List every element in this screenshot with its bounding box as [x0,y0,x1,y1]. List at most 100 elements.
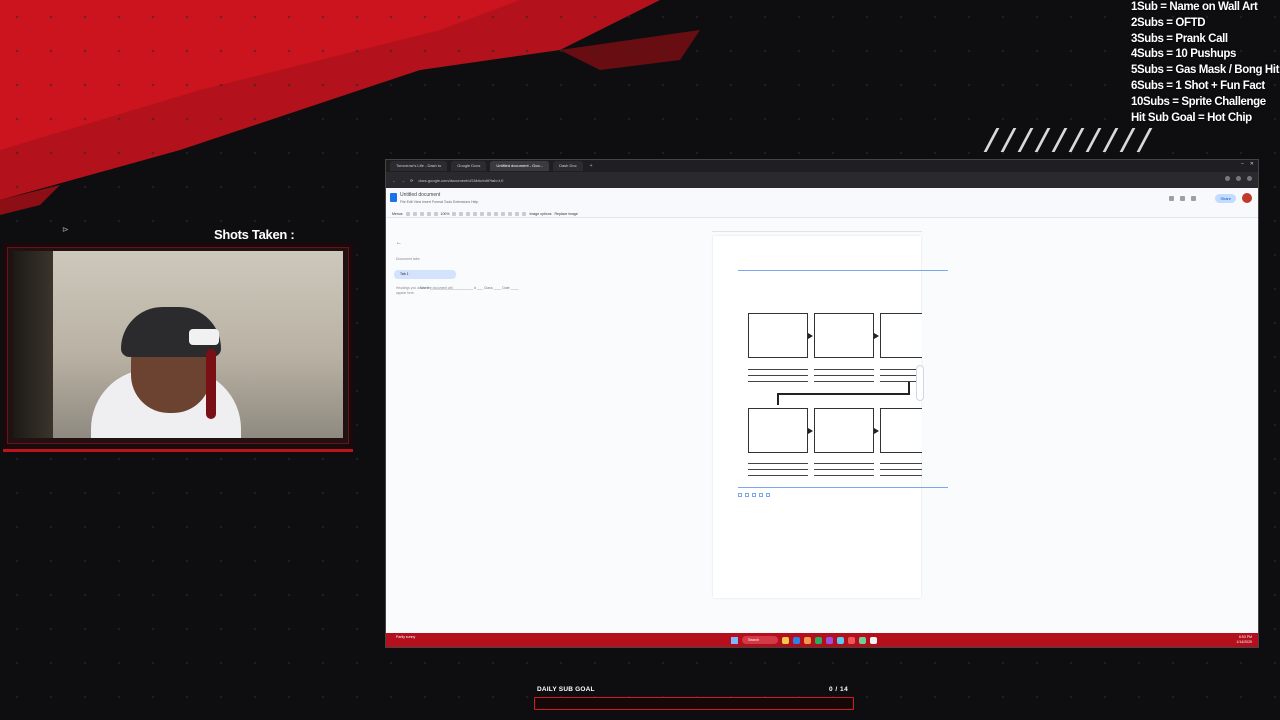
sub-goal-item: 4Subs = 10 Pushups [1131,48,1236,61]
window-controls: – ✕ [1241,161,1254,167]
paint-format-icon[interactable] [433,212,438,216]
app-icon[interactable] [837,636,844,644]
wrap-inline-icon[interactable] [738,493,742,497]
flow-arrow-icon [808,428,813,434]
sub-goal-item: 2Subs = OFTD [1131,16,1206,29]
file-explorer-icon[interactable] [782,636,789,644]
image-inline-toolbar [738,493,770,497]
reload-icon[interactable]: ⟳ [410,178,413,183]
extension-icon[interactable] [1236,176,1241,181]
app-icon[interactable] [870,636,877,644]
docs-logo-icon[interactable] [390,193,397,202]
crop-icon[interactable] [452,212,457,216]
writing-line [814,475,874,476]
mask-icon[interactable] [459,212,464,216]
webcam-person-hair [206,349,216,419]
cursor-icon: ⊳ [62,225,69,234]
browser-extension-icons [1225,176,1252,181]
writing-line [748,375,808,376]
flow-box [748,313,808,358]
behind-text-icon[interactable] [759,493,763,497]
print-icon[interactable] [419,212,424,216]
undo-icon[interactable] [405,212,410,216]
writing-line [880,463,922,464]
history-icon[interactable] [1169,196,1174,201]
list-icon[interactable] [508,212,513,216]
selection-bottom-line [738,487,948,488]
taskbar-clock[interactable]: 6:53 PM 1/14/2025 [1236,635,1252,644]
taskbar-search-input[interactable]: Search [742,636,778,644]
comment-icon[interactable] [1180,196,1185,201]
flow-arrow-icon [874,333,879,339]
app-icon[interactable] [815,636,822,644]
clear-format-icon[interactable] [522,212,527,216]
desktop-capture-window: Tomorrow's Life - Dash to Google Docs Un… [385,159,1259,648]
app-icon[interactable] [826,636,833,644]
indent-icon[interactable] [515,212,520,216]
sub-goals-list: 1Sub = Name on Wall Art 2Subs = OFTD 3Su… [1131,0,1280,126]
line-spacing-icon[interactable] [501,212,506,216]
flow-connector [777,393,910,395]
break-text-icon[interactable] [752,493,756,497]
windows-start-icon[interactable] [731,636,738,644]
align-icon[interactable] [487,212,492,216]
border-dash-icon[interactable] [480,212,485,216]
minimize-icon[interactable]: – [1241,161,1244,167]
sub-goal-item: 5Subs = Gas Mask / Bong Hit [1131,64,1280,77]
outline-back-icon[interactable]: ← [396,240,402,246]
docs-menu-bar[interactable]: File Edit View Insert Format Tools Exten… [400,200,478,204]
writing-line [748,369,808,370]
profile-icon[interactable] [1247,176,1252,181]
taskbar-weather[interactable]: Partly sunny [396,635,415,639]
sub-goal-item: Hit Sub Goal = Hot Chip [1131,111,1252,124]
toolbar-menus-button[interactable]: Menus [392,212,403,216]
sub-goal-item: 6Subs = 1 Shot + Fun Fact [1131,79,1265,92]
chrome-icon[interactable] [848,636,855,644]
meet-icon[interactable] [1191,196,1196,201]
front-text-icon[interactable] [766,493,770,497]
document-title[interactable]: Untitled document [400,192,440,198]
writing-line [748,463,808,464]
writing-line [748,381,808,382]
app-icon[interactable] [859,636,866,644]
slash-decoration [983,128,1153,156]
writing-line [814,463,874,464]
header-action-icons [1169,196,1196,201]
webcam-background-door [13,251,53,438]
share-button[interactable]: Share [1215,194,1236,203]
border-color-icon[interactable] [466,212,471,216]
close-icon[interactable]: ✕ [1250,161,1254,167]
worksheet-name-line: Name ______________________ # ___ Class … [420,286,519,290]
wrap-text-icon[interactable] [745,493,749,497]
clock-date: 1/14/2025 [1236,639,1252,644]
url-input[interactable]: docs.google.com/document/d/1Mxk/edit?tab… [418,178,503,183]
forward-icon[interactable]: → [401,178,405,183]
browser-tab[interactable]: Google Docs [451,161,487,171]
extension-icon[interactable] [1225,176,1230,181]
writing-line [880,469,922,470]
spellcheck-icon[interactable] [426,212,431,216]
writing-line [814,469,874,470]
browser-tab[interactable]: Tomorrow's Life - Dash to [390,161,448,171]
redo-icon[interactable] [412,212,417,216]
back-icon[interactable]: ← [392,178,396,183]
replace-image-button[interactable]: Replace image [554,212,577,216]
border-weight-icon[interactable] [473,212,478,216]
outline-tab-item[interactable]: Tab 1 [394,270,456,279]
avatar[interactable] [1242,193,1252,203]
new-tab-icon[interactable]: + [587,163,596,169]
app-icon[interactable] [804,636,811,644]
browser-tab-active[interactable]: Untitled document - Goo... [490,161,550,171]
browser-tab[interactable]: Dash Doc [553,161,583,171]
writing-line [814,375,874,376]
wrap-icon[interactable] [494,212,499,216]
webcam-video [13,251,343,438]
image-side-toolbar[interactable] [916,365,924,401]
flow-box [814,408,874,453]
writing-line [748,469,808,470]
ruler[interactable] [712,228,922,232]
writing-line [748,475,808,476]
edge-icon[interactable] [793,636,800,644]
zoom-select[interactable]: 100% [441,212,450,216]
image-options-button[interactable]: Image options [529,212,551,216]
